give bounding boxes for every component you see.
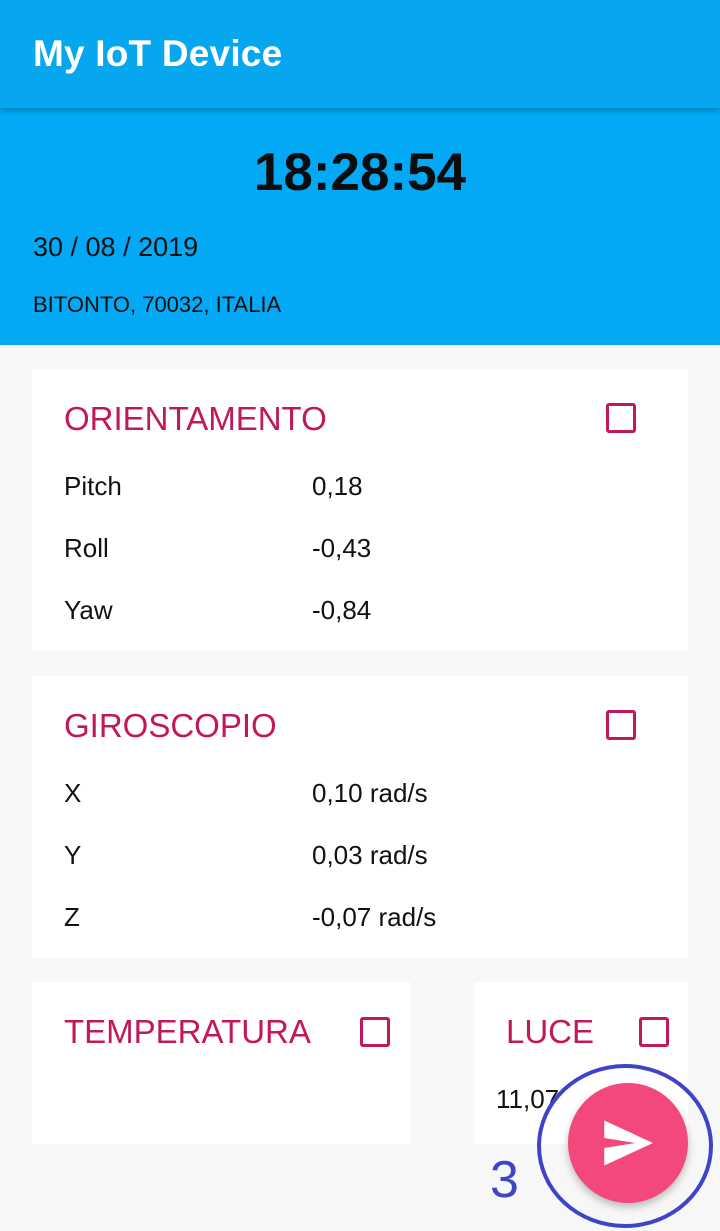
roll-label: Roll [64, 533, 109, 563]
light-checkbox[interactable] [639, 1017, 669, 1047]
gyroscope-checkbox[interactable] [606, 710, 636, 740]
temperature-card: TEMPERATURA [32, 982, 410, 1144]
gyro-x-label: X [64, 778, 82, 808]
gyro-x-value: 0,10 rad/s [312, 778, 428, 808]
app-title: My IoT Device [33, 33, 283, 74]
orientation-checkbox[interactable] [606, 403, 636, 433]
gyroscope-card: GIROSCOPIO X 0,10 rad/s Y 0,03 rad/s Z -… [32, 676, 688, 958]
gyro-z-value: -0,07 rad/s [312, 902, 437, 932]
gyroscope-title: GIROSCOPIO [64, 707, 277, 744]
current-location: BITONTO, 70032, ITALIA [33, 292, 282, 317]
gyro-y-value: 0,03 rad/s [312, 840, 428, 870]
current-date: 30 / 08 / 2019 [33, 232, 199, 262]
app-bar: My IoT Device [0, 0, 720, 108]
pitch-label: Pitch [64, 471, 122, 501]
gyro-y-label: Y [64, 840, 82, 870]
orientation-title: ORIENTAMENTO [64, 400, 327, 437]
clock-time: 18:28:54 [253, 143, 467, 202]
temperature-checkbox[interactable] [360, 1017, 390, 1047]
temperature-title: TEMPERATURA [64, 1013, 311, 1050]
orientation-card: ORIENTAMENTO Pitch 0,18 Roll -0,43 Yaw -… [32, 369, 688, 651]
yaw-label: Yaw [64, 595, 113, 625]
pitch-value: 0,18 [312, 471, 363, 501]
annotation-label: 3 [490, 1151, 519, 1209]
roll-value: -0,43 [312, 533, 372, 563]
annotation-ring [537, 1064, 713, 1228]
light-title: LUCE [506, 1013, 595, 1050]
gyro-z-label: Z [64, 902, 80, 932]
yaw-value: -0,84 [312, 595, 372, 625]
